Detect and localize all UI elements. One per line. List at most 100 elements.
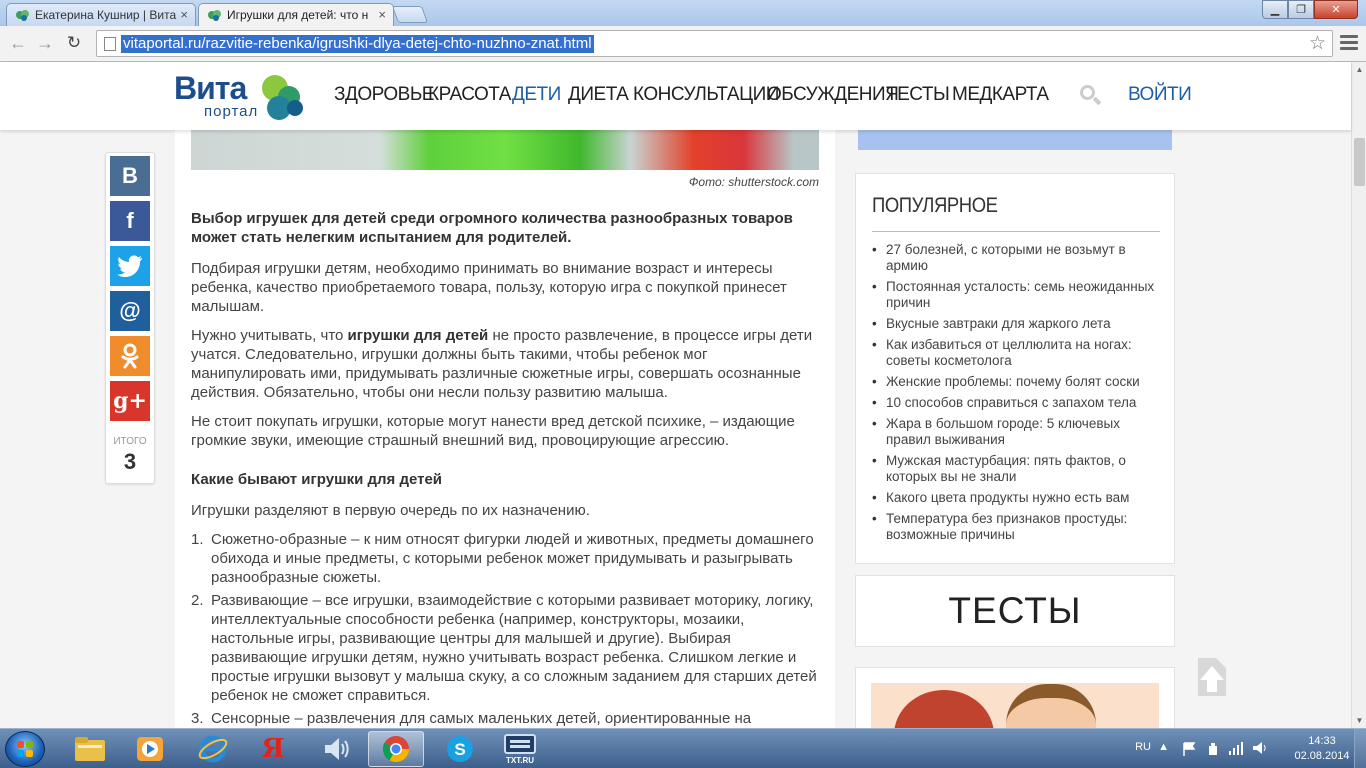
scroll-to-top-icon[interactable] [1194, 656, 1230, 698]
scroll-up-arrow-icon[interactable]: ▲ [1352, 62, 1366, 77]
vertical-scrollbar[interactable]: ▲ ▼ [1351, 62, 1366, 728]
article-paragraph: Игрушки разделяют в первую очередь по их… [191, 502, 590, 519]
speaker-icon [325, 738, 349, 760]
scroll-down-arrow-icon[interactable]: ▼ [1352, 713, 1366, 728]
show-desktop-button[interactable] [1354, 729, 1366, 768]
twitter-share-button[interactable] [110, 246, 150, 286]
browser-tab-1[interactable]: Игрушки для детей: что н × [198, 3, 394, 26]
language-indicator[interactable]: RU [1135, 741, 1151, 768]
share-panel: В f @ g+ ИТОГО 3 [105, 152, 155, 484]
show-hidden-icons-icon[interactable]: ▲ [1158, 741, 1169, 768]
popular-link[interactable]: Какого цвета продукты нужно есть вам [872, 490, 1162, 506]
vita-logo[interactable]: Вита портал [174, 70, 309, 122]
chrome-icon [382, 736, 410, 763]
odnoklassniki-share-button[interactable] [110, 336, 150, 376]
popular-widget: ПОПУЛЯРНОЕ 27 болезней, с которыми не во… [855, 173, 1175, 564]
list-number: 2. [191, 592, 204, 609]
new-tab-button[interactable] [391, 6, 429, 23]
login-link[interactable]: ВОЙТИ [1128, 84, 1192, 106]
start-button[interactable] [5, 731, 45, 767]
browser-tabstrip: Екатерина Кушнир | Вита × Игрушки для де… [0, 0, 1366, 26]
tests-illustration[interactable] [855, 667, 1175, 728]
tests-widget[interactable]: ТЕСТЫ [855, 575, 1175, 647]
nav-item-health[interactable]: ЗДОРОВЬЕ [334, 84, 434, 106]
bookmark-star-icon[interactable]: ☆ [1309, 32, 1326, 55]
scrollbar-thumb[interactable] [1354, 138, 1365, 186]
popular-link[interactable]: Мужская мастурбация: пять фактов, о кото… [872, 453, 1162, 485]
share-total-label: ИТОГО [113, 436, 147, 447]
nav-item-tests[interactable]: ТЕСТЫ [886, 84, 950, 106]
menu-icon[interactable] [1340, 32, 1358, 52]
explorer-taskbar-icon[interactable] [62, 731, 118, 767]
browser-tab-0[interactable]: Екатерина Кушнир | Вита × [6, 3, 196, 26]
nav-item-discussions[interactable]: ОБСУЖДЕНИЯ [767, 84, 899, 106]
svg-text:S: S [454, 740, 465, 759]
network-signal-icon[interactable] [1228, 741, 1244, 755]
nav-item-medcard[interactable]: МЕДКАРТА [952, 84, 1049, 106]
chrome-taskbar-icon[interactable] [368, 731, 424, 767]
popular-link[interactable]: Температура без признаков простуды: возм… [872, 511, 1162, 543]
text-run: Нужно учитывать, что [191, 327, 348, 344]
facebook-share-button[interactable]: f [110, 201, 150, 241]
googleplus-share-button[interactable]: g+ [110, 381, 150, 421]
nav-item-kids[interactable]: ДЕТИ [512, 84, 561, 106]
popular-link[interactable]: Жара в большом городе: 5 ключевых правил… [872, 416, 1162, 448]
vk-share-button[interactable]: В [110, 156, 150, 196]
browser-toolbar: ← → ↻ vitaportal.ru/razvitie-rebenka/igr… [0, 26, 1366, 62]
reload-icon[interactable]: ↻ [62, 32, 86, 54]
list-number: 1. [191, 531, 204, 548]
volume-taskbar-icon[interactable] [308, 731, 364, 767]
browser-tab-title: Екатерина Кушнир | Вита [35, 8, 177, 22]
skype-taskbar-icon[interactable]: S [432, 731, 488, 767]
tab-close-icon[interactable]: × [378, 7, 386, 22]
tab-close-icon[interactable]: × [180, 7, 188, 22]
vita-favicon-icon [208, 10, 221, 21]
search-icon[interactable] [1079, 84, 1102, 106]
popular-link[interactable]: Женские проблемы: почему болят соски [872, 374, 1162, 390]
list-item: 2. Развивающие – все игрушки, взаимодейст… [191, 591, 821, 705]
nav-item-diet[interactable]: ДИЕТА [568, 84, 629, 106]
divider [872, 231, 1160, 232]
twitter-bird-icon [117, 255, 142, 277]
action-center-flag-icon[interactable] [1182, 742, 1196, 756]
popular-link[interactable]: 10 способов справиться с запахом тела [872, 395, 1162, 411]
restore-icon[interactable]: ❐ [1288, 0, 1314, 19]
back-arrow-icon[interactable]: ← [6, 32, 30, 54]
clock-time: 14:33 [1308, 735, 1336, 747]
address-bar[interactable]: vitaportal.ru/razvitie-rebenka/igrushki-… [96, 30, 1333, 57]
popular-link[interactable]: Вкусные завтраки для жаркого лета [872, 316, 1162, 332]
nav-item-beauty[interactable]: КРАСОТА [428, 84, 511, 106]
list-text: Развивающие – все игрушки, взаимодействи… [211, 592, 817, 704]
popular-link[interactable]: 27 болезней, с которыми не возьмут в арм… [872, 242, 1162, 274]
folder-icon [75, 737, 105, 761]
list-item: 1. Сюжетно-образные – к ним относят фигур… [191, 530, 821, 587]
usb-device-icon[interactable] [1206, 742, 1220, 756]
url-text[interactable]: vitaportal.ru/razvitie-rebenka/igrushki-… [121, 35, 594, 53]
volume-tray-icon[interactable] [1252, 741, 1268, 755]
media-player-taskbar-icon[interactable] [122, 731, 178, 767]
article-lead: Выбор игрушек для детей среди огромного … [191, 210, 793, 246]
logo-word-top: Вита [174, 70, 247, 106]
list-item: 3. Сенсорные – развлечения для самых мале… [191, 709, 821, 728]
forward-arrow-icon[interactable]: → [33, 32, 57, 54]
txtru-label: TXT.RU [506, 755, 534, 765]
article-paragraph: Нужно учитывать, что игрушки для детей н… [191, 326, 821, 402]
sidebar-banner[interactable] [858, 130, 1172, 150]
nav-item-consultations[interactable]: КОНСУЛЬТАЦИИ [633, 84, 779, 106]
page-body: В f @ g+ ИТОГО 3 Фото: shutterstock.com … [0, 130, 1351, 728]
window-close-icon[interactable]: ✕ [1314, 0, 1358, 19]
window-controls: ▁ ❐ ✕ [1262, 0, 1358, 19]
txtru-taskbar-icon[interactable]: TXT.RU [492, 731, 548, 767]
media-player-icon [137, 737, 163, 761]
internet-explorer-icon [198, 735, 228, 763]
popular-link[interactable]: Постоянная усталость: семь неожиданных п… [872, 279, 1162, 311]
internet-explorer-taskbar-icon[interactable] [185, 731, 241, 767]
mailru-share-button[interactable]: @ [110, 291, 150, 331]
system-clock[interactable]: 14:33 02.08.2014 [1292, 734, 1352, 764]
skype-icon: S [447, 736, 473, 762]
yandex-taskbar-icon[interactable]: Я [245, 731, 301, 767]
minimize-icon[interactable]: ▁ [1262, 0, 1288, 19]
list-number: 3. [191, 710, 204, 727]
popular-link[interactable]: Как избавиться от целлюлита на ногах: со… [872, 337, 1162, 369]
site-header: Вита портал ЗДОРОВЬЕ КРАСОТА ДЕТИ ДИЕТА … [0, 62, 1351, 130]
